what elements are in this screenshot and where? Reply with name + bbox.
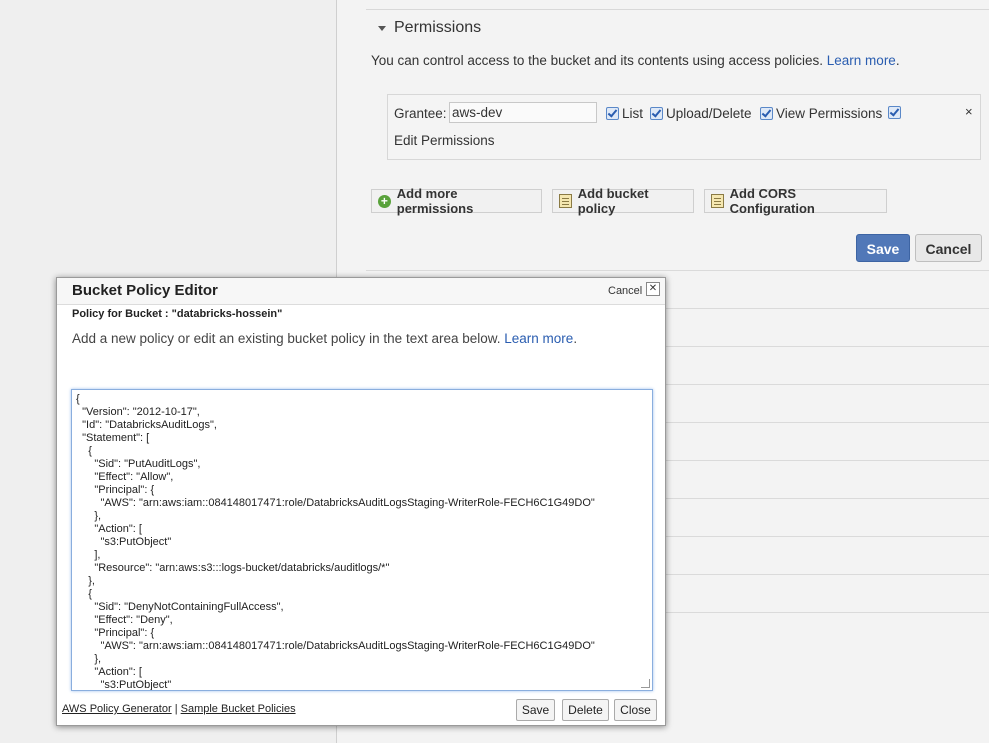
grantee-input[interactable]: aws-dev [449,102,597,123]
upload-delete-checkbox-group[interactable]: Upload/Delete [650,106,752,121]
bucket-policy-editor-dialog: Bucket Policy Editor Cancel ✕ Policy for… [56,277,666,726]
list-checkbox[interactable] [606,107,619,120]
list-checkbox-group[interactable]: List [606,106,643,121]
upload-delete-checkbox-label: Upload/Delete [666,106,752,121]
dialog-learn-more-link[interactable]: Learn more [504,331,573,346]
cors-document-icon [711,194,724,208]
policy-for-bucket: Policy for Bucket : "databricks-hossein" [72,308,283,320]
dialog-title: Bucket Policy Editor [72,282,218,299]
dialog-cancel-link[interactable]: Cancel [608,285,642,297]
add-cors-configuration-button[interactable]: Add CORS Configuration [704,186,887,216]
list-checkbox-label: List [622,106,644,121]
view-permissions-checkbox[interactable] [760,107,773,120]
policy-document-icon [559,194,572,208]
dialog-delete-button[interactable]: Delete [562,699,609,721]
permissions-header: Permissions [394,19,482,36]
sample-bucket-policies-link[interactable]: Sample Bucket Policies [181,703,296,715]
save-button[interactable]: Save [856,234,910,262]
row-divider [366,270,989,271]
resize-grip-icon[interactable] [641,679,650,688]
aws-policy-generator-link[interactable]: AWS Policy Generator [62,703,172,715]
section-divider [366,9,989,10]
footer-links: AWS Policy Generator | Sample Bucket Pol… [62,703,296,715]
dialog-close-button[interactable]: Close [614,699,657,721]
permissions-section-toggle[interactable]: Permissions [378,19,481,37]
grantee-label: Grantee: [394,106,447,121]
remove-grantee-icon[interactable]: × [965,104,973,119]
dialog-save-button[interactable]: Save [516,699,555,721]
edit-permissions-checkbox-label: Edit Permissions [394,133,495,148]
view-permissions-checkbox-label: View Permissions [776,106,883,121]
permissions-description: You can control access to the bucket and… [371,53,900,68]
add-more-permissions-button[interactable]: + Add more permissions [371,186,542,216]
edit-permissions-checkbox[interactable] [888,106,901,119]
dialog-description: Add a new policy or edit an existing buc… [72,331,578,346]
view-permissions-checkbox-group[interactable]: View Permissions [760,106,882,121]
edit-permissions-checkbox-group[interactable] [888,106,901,119]
policy-textarea[interactable]: { "Version": "2012-10-17", "Id": "Databr… [71,389,653,691]
dialog-header: Bucket Policy Editor Cancel ✕ [57,278,665,305]
grantee-row: Grantee: aws-dev List Upload/Delete View… [387,94,981,160]
upload-delete-checkbox[interactable] [650,107,663,120]
plus-icon: + [378,194,391,208]
policy-text: { "Version": "2012-10-17", "Id": "Databr… [76,393,595,691]
cancel-button[interactable]: Cancel [915,234,982,262]
collapse-triangle-icon [378,25,386,31]
close-icon[interactable]: ✕ [646,282,660,296]
add-bucket-policy-button[interactable]: Add bucket policy [552,186,694,216]
learn-more-link[interactable]: Learn more [827,53,896,68]
